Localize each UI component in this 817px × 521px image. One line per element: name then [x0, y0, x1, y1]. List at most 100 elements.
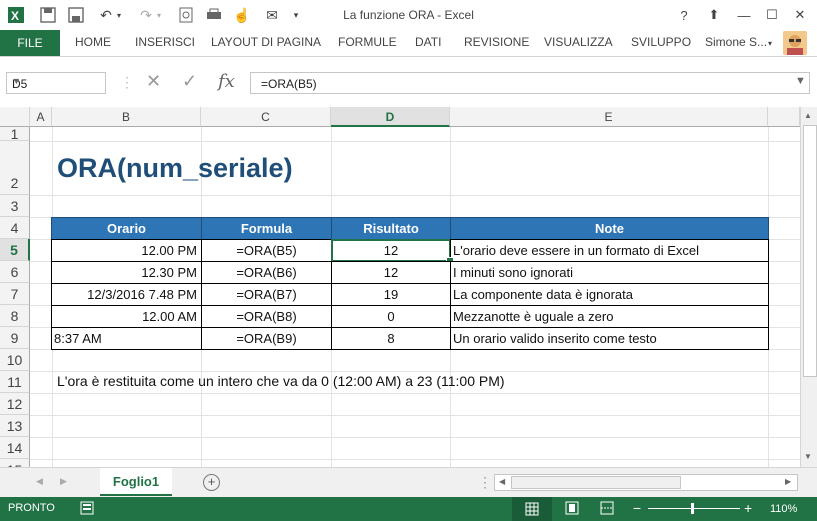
- zoom-in-icon[interactable]: +: [744, 500, 752, 516]
- spreadsheet-grid: A B C D E 1 2 3 4 5 6 7 8 9 10 11 12 13 …: [0, 107, 817, 467]
- column-header-a[interactable]: A: [30, 107, 52, 127]
- scroll-right-icon[interactable]: ▶: [785, 477, 791, 486]
- tab-sviluppo[interactable]: SVILUPPO: [631, 35, 691, 49]
- column-header-b[interactable]: B: [52, 107, 201, 127]
- user-name[interactable]: Simone S...: [705, 35, 767, 49]
- normal-view-button[interactable]: [512, 497, 552, 521]
- cell-b5[interactable]: 12.00 PM: [51, 239, 202, 262]
- column-header-d[interactable]: D: [331, 107, 450, 127]
- cell-e5[interactable]: L'orario deve essere in un formato di Ex…: [450, 239, 769, 262]
- row-header-13[interactable]: 13: [0, 415, 30, 437]
- macro-record-icon[interactable]: [80, 501, 94, 515]
- row-header-15[interactable]: 15: [0, 459, 30, 467]
- table-header-risultato[interactable]: Risultato: [331, 217, 451, 240]
- cell-b9[interactable]: 8:37 AM: [51, 327, 202, 350]
- cell-b8[interactable]: 12.00 AM: [51, 305, 202, 328]
- cell-d5-selected[interactable]: 12: [331, 239, 451, 262]
- column-header-e[interactable]: E: [450, 107, 768, 127]
- row-header-2[interactable]: 2: [0, 141, 30, 195]
- tab-home[interactable]: HOME: [75, 35, 111, 49]
- tab-inserisci[interactable]: INSERISCI: [135, 35, 195, 49]
- row-header-14[interactable]: 14: [0, 437, 30, 459]
- zoom-slider-thumb[interactable]: [691, 503, 694, 514]
- insert-function-icon[interactable]: fx: [218, 71, 235, 92]
- tab-dati[interactable]: DATI: [415, 35, 441, 49]
- zoom-slider-track[interactable]: [648, 508, 740, 509]
- title-bar: X ↶ ▾ ↷ ▾ ☝ ✉ ▾ La funzione ORA - Excel …: [0, 0, 817, 30]
- page-break-view-icon[interactable]: [600, 501, 614, 518]
- horizontal-scrollbar[interactable]: ◀ ▶: [494, 474, 798, 491]
- avatar[interactable]: [783, 31, 807, 55]
- tab-visualizza[interactable]: VISUALIZZA: [544, 35, 613, 49]
- sheet-tab-foglio1[interactable]: Foglio1: [100, 468, 172, 496]
- chevron-down-icon[interactable]: ▼: [12, 76, 101, 86]
- cell-b7[interactable]: 12/3/2016 7.48 PM: [51, 283, 202, 306]
- scroll-up-icon[interactable]: ▲: [804, 111, 812, 120]
- next-sheet-icon[interactable]: ▶: [60, 476, 67, 487]
- expand-formula-bar-icon[interactable]: ▼: [795, 75, 806, 87]
- row-header-11[interactable]: 11: [0, 371, 30, 393]
- cell-c7[interactable]: =ORA(B7): [201, 283, 332, 306]
- row-header-3[interactable]: 3: [0, 195, 30, 217]
- name-box[interactable]: D5 ▼: [6, 72, 106, 94]
- status-ready: PRONTO: [8, 502, 55, 514]
- cell-e9[interactable]: Un orario valido inserito come testo: [450, 327, 769, 350]
- maximize-button[interactable]: ☐: [760, 4, 784, 26]
- cell-c9[interactable]: =ORA(B9): [201, 327, 332, 350]
- column-header-f[interactable]: [768, 107, 800, 127]
- row-header-5[interactable]: 5: [0, 239, 30, 261]
- cancel-icon[interactable]: ✕: [146, 71, 161, 92]
- cell-c5[interactable]: =ORA(B5): [201, 239, 332, 262]
- table-header-formula[interactable]: Formula: [201, 217, 332, 240]
- user-dropdown-icon[interactable]: ▾: [768, 39, 772, 48]
- tab-revisione[interactable]: REVISIONE: [464, 35, 529, 49]
- row-header-4[interactable]: 4: [0, 217, 30, 239]
- more-options-icon[interactable]: ⋮: [120, 74, 134, 91]
- tab-formule[interactable]: FORMULE: [338, 35, 397, 49]
- tab-layout-di-pagina[interactable]: LAYOUT DI PAGINA: [211, 35, 321, 49]
- row-header-6[interactable]: 6: [0, 261, 30, 283]
- cell-e8[interactable]: Mezzanotte è uguale a zero: [450, 305, 769, 328]
- formula-text: =ORA(B5): [261, 77, 317, 91]
- cell-b11-note[interactable]: L'ora è restituita come un intero che va…: [57, 373, 505, 389]
- formula-input[interactable]: =ORA(B5): [250, 72, 810, 94]
- tab-split-handle[interactable]: ⋮: [478, 474, 492, 491]
- h-scroll-thumb[interactable]: [511, 476, 681, 489]
- row-header-12[interactable]: 12: [0, 393, 30, 415]
- table-header-orario[interactable]: Orario: [51, 217, 202, 240]
- table-header-note[interactable]: Note: [450, 217, 769, 240]
- zoom-out-icon[interactable]: −: [633, 500, 641, 516]
- cell-d8[interactable]: 0: [331, 305, 451, 328]
- prev-sheet-icon[interactable]: ◀: [36, 476, 43, 487]
- row-header-10[interactable]: 10: [0, 349, 30, 371]
- vertical-scrollbar[interactable]: ▲ ▼: [800, 107, 817, 467]
- row-header-8[interactable]: 8: [0, 305, 30, 327]
- column-header-c[interactable]: C: [201, 107, 331, 127]
- cell-d7[interactable]: 19: [331, 283, 451, 306]
- ribbon-display-icon[interactable]: ⬆: [702, 4, 726, 26]
- row-header-1[interactable]: 1: [0, 127, 30, 141]
- scroll-down-icon[interactable]: ▼: [804, 452, 812, 461]
- cell-c8[interactable]: =ORA(B8): [201, 305, 332, 328]
- sheet-title[interactable]: ORA(num_seriale): [57, 153, 293, 184]
- select-all-corner[interactable]: [0, 107, 30, 127]
- scroll-left-icon[interactable]: ◀: [499, 477, 505, 486]
- help-icon[interactable]: ?: [672, 4, 696, 26]
- close-button[interactable]: ✕: [788, 4, 812, 26]
- page-layout-view-icon[interactable]: [565, 501, 579, 518]
- cell-d6[interactable]: 12: [331, 261, 451, 284]
- cell-e7[interactable]: La componente data è ignorata: [450, 283, 769, 306]
- cell-e6[interactable]: I minuti sono ignorati: [450, 261, 769, 284]
- zoom-level[interactable]: 110%: [770, 503, 797, 515]
- row-header-9[interactable]: 9: [0, 327, 30, 349]
- scroll-thumb[interactable]: [803, 125, 817, 377]
- add-sheet-icon[interactable]: +: [203, 474, 220, 491]
- minimize-button[interactable]: —: [732, 4, 756, 26]
- cell-c6[interactable]: =ORA(B6): [201, 261, 332, 284]
- tab-file[interactable]: FILE: [0, 30, 60, 56]
- formula-bar: D5 ▼ ⋮ ✕ ✓ fx =ORA(B5) ▼: [0, 57, 817, 107]
- cell-d9[interactable]: 8: [331, 327, 451, 350]
- cell-b6[interactable]: 12.30 PM: [51, 261, 202, 284]
- enter-icon[interactable]: ✓: [182, 71, 197, 92]
- row-header-7[interactable]: 7: [0, 283, 30, 305]
